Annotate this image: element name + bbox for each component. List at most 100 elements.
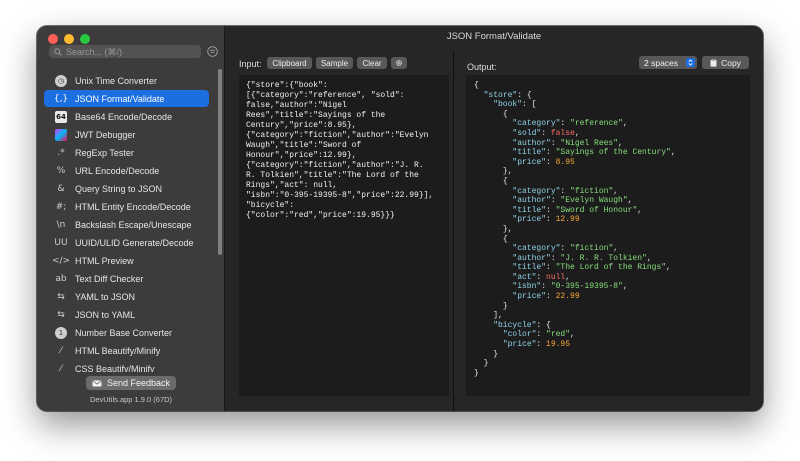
- sidebar-item[interactable]: ⁄ HTML Beautify/Minify: [44, 342, 209, 359]
- output-line: {: [474, 177, 742, 187]
- json-token: "book": [493, 100, 523, 110]
- sidebar-item[interactable]: {,} JSON Format/Validate: [44, 90, 209, 107]
- sidebar-item[interactable]: </> HTML Preview: [44, 252, 209, 269]
- json-token: "Nigel Rees": [560, 138, 619, 148]
- json-token: ,: [574, 128, 580, 138]
- input-editor[interactable]: [239, 75, 449, 396]
- json-token: :: [536, 330, 547, 340]
- json-token: ,: [646, 253, 652, 263]
- zoom-window-button[interactable]: [80, 34, 90, 44]
- output-line: "title": "Sword of Honour",: [474, 206, 742, 216]
- input-label: Input:: [239, 59, 262, 69]
- sidebar-item[interactable]: .* RegExp Tester: [44, 144, 209, 161]
- sidebar-item-label: CSS Beautify/Minify: [75, 363, 155, 373]
- sidebar-item-label: JWT Debugger: [75, 129, 136, 140]
- sidebar-item-label: Query String to JSON: [75, 183, 163, 194]
- window-title: JSON Format/Validate: [446, 31, 542, 42]
- output-line: "price": 22.99: [474, 292, 742, 302]
- json-token: "0-395-19395-8": [550, 282, 623, 292]
- output-line: "category": "fiction",: [474, 244, 742, 254]
- sidebar-item[interactable]: 1 Number Base Converter: [44, 324, 209, 341]
- json-token: "title": [512, 205, 547, 215]
- sidebar-item-label: JSON to YAML: [75, 309, 136, 320]
- clipboard-button[interactable]: Clipboard: [267, 57, 312, 69]
- sidebar-item[interactable]: ⇆ JSON to YAML: [44, 306, 209, 323]
- sidebar-item[interactable]: \n Backslash Escape/Unescape: [44, 216, 209, 233]
- sidebar-item[interactable]: ab Text Diff Checker: [44, 270, 209, 287]
- output-line: "sold": false,: [474, 129, 742, 139]
- json-token: "category": [512, 119, 561, 129]
- json-token: ,: [666, 263, 671, 273]
- sidebar-item-label: Unix Time Converter: [75, 75, 158, 86]
- regexp-icon: .*: [57, 147, 65, 158]
- sidebar-item[interactable]: UU UUID/ULID Generate/Decode: [44, 234, 209, 251]
- html-entity-icon: #;: [55, 201, 67, 212]
- output-line: "category": "fiction",: [474, 187, 742, 197]
- json-token: 12.99: [555, 215, 580, 225]
- sidebar-item-label: RegExp Tester: [75, 147, 134, 158]
- search-icon: [54, 47, 62, 56]
- sidebar-item[interactable]: #; HTML Entity Encode/Decode: [44, 198, 209, 215]
- sidebar-item[interactable]: % URL Encode/Decode: [44, 162, 209, 179]
- sidebar-item-label: Backslash Escape/Unescape: [75, 219, 192, 230]
- json-token: }: [502, 301, 508, 311]
- sidebar-item[interactable]: & Query String to JSON: [44, 180, 209, 197]
- json-token: ,: [622, 119, 628, 129]
- output-line: "act": null,: [474, 273, 742, 283]
- output-line: {: [474, 110, 742, 120]
- indent-select[interactable]: 2 spaces: [639, 56, 697, 69]
- minimize-window-button[interactable]: [64, 34, 74, 44]
- json-token: }: [493, 349, 499, 359]
- code-icon: </>: [51, 255, 71, 266]
- sidebar-item[interactable]: ⁄ CSS Beautify/Minify: [44, 360, 209, 373]
- chevron-updown-icon: [686, 58, 695, 67]
- json-token: "J. R. R. Tolkien": [560, 253, 647, 263]
- close-window-button[interactable]: [48, 34, 58, 44]
- json-token: {: [502, 176, 508, 186]
- json-token: "color": [502, 330, 537, 340]
- json-token: ,: [570, 330, 575, 340]
- settings-button[interactable]: [391, 57, 407, 69]
- json-token: :: [546, 157, 556, 167]
- sidebar-item[interactable]: ◷ Unix Time Converter: [44, 72, 209, 89]
- percent-icon: %: [56, 165, 66, 176]
- gear-icon: [396, 60, 402, 66]
- json-token: "author": [512, 138, 551, 148]
- filter-icon[interactable]: [207, 46, 218, 57]
- json-token: 8.95: [555, 157, 575, 167]
- json-token: ,: [670, 148, 676, 158]
- copy-button[interactable]: Copy: [702, 56, 749, 69]
- sidebar-item[interactable]: ⇆ YAML to JSON: [44, 288, 209, 305]
- sidebar-scrollbar[interactable]: [218, 69, 222, 255]
- json-token: "category": [512, 244, 561, 254]
- output-line: "title": "Sayings of the Century",: [474, 148, 742, 158]
- json-token: "red": [546, 330, 571, 340]
- send-feedback-button[interactable]: Send Feedback: [86, 376, 176, 390]
- output-line: "book": [: [474, 100, 742, 110]
- pane-divider[interactable]: [453, 51, 454, 411]
- clear-button[interactable]: Clear: [357, 57, 387, 69]
- json-token: "price": [502, 340, 537, 350]
- output-line: "isbn": "0-395-19395-8",: [474, 282, 742, 292]
- sidebar-item-label: HTML Preview: [75, 255, 134, 266]
- uuid-icon: UU: [54, 237, 68, 248]
- sample-button[interactable]: Sample: [316, 57, 353, 69]
- json-token: "title": [512, 263, 547, 273]
- sidebar-item[interactable]: JWT Debugger: [44, 126, 209, 143]
- output-line: "category": "reference",: [474, 119, 742, 129]
- json-token: ],: [493, 311, 503, 321]
- json-token: "title": [512, 148, 547, 158]
- json-token: :: [560, 186, 571, 196]
- clipboard-icon: [710, 58, 717, 67]
- sidebar-item[interactable]: 64 Base64 Encode/Decode: [44, 108, 209, 125]
- jwt-icon: [55, 128, 67, 141]
- json-braces-icon: {,}: [53, 93, 69, 104]
- json-token: 22.99: [555, 292, 580, 302]
- json-token: }: [483, 359, 489, 369]
- sidebar-item-label: YAML to JSON: [75, 291, 136, 302]
- output-viewer[interactable]: { "store": { "book": [ { "category": "re…: [466, 75, 750, 396]
- json-token: :: [546, 148, 556, 158]
- search-input[interactable]: [66, 46, 196, 57]
- envelope-icon: [92, 380, 102, 386]
- json-token: "reference": [570, 119, 623, 129]
